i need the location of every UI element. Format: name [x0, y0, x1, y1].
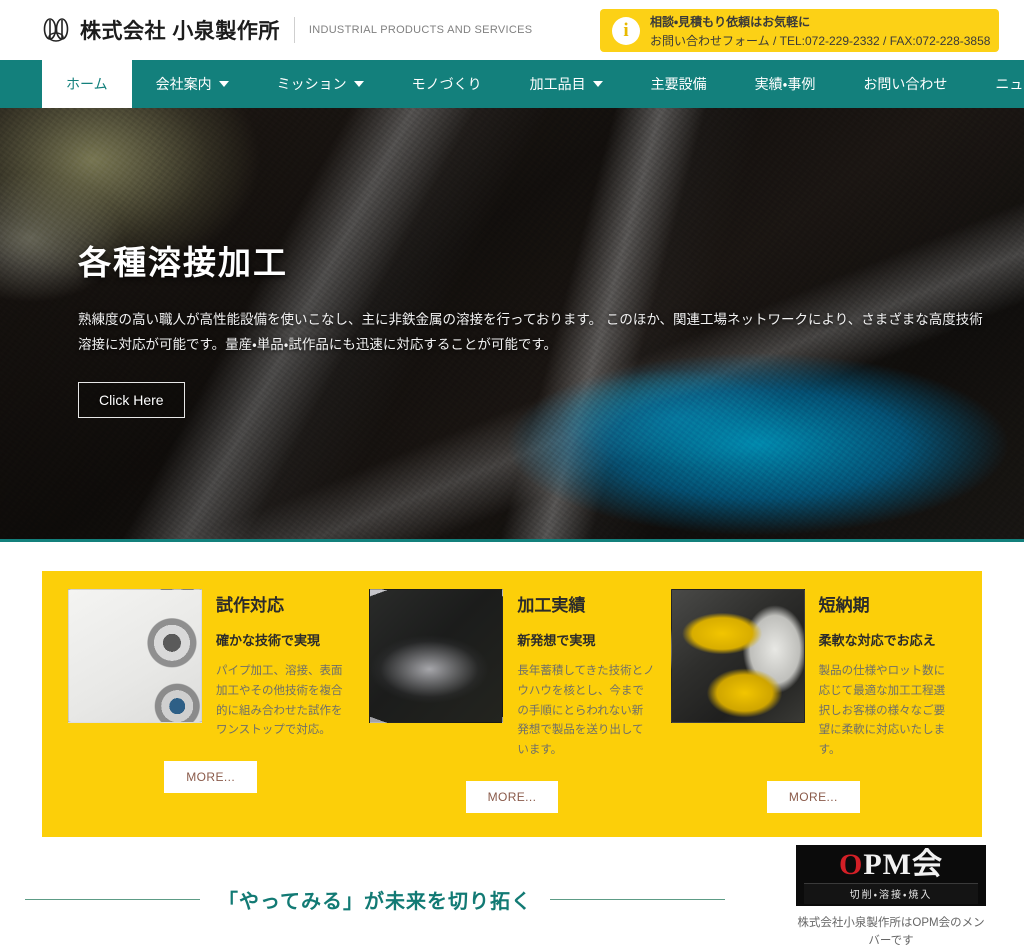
- opm-logo-text: OPM会: [839, 849, 943, 881]
- feature-title: 加工実績: [517, 596, 586, 615]
- koizumi-mark-icon: [42, 15, 70, 45]
- machined-parts-photo: [369, 589, 504, 723]
- nav-label: ニュース: [995, 76, 1024, 92]
- chevron-down-icon: [353, 81, 364, 87]
- nav-item-news[interactable]: ニュース: [971, 60, 1024, 108]
- chevron-down-icon: [592, 81, 603, 87]
- nav-item-contact[interactable]: お問い合わせ: [839, 60, 971, 108]
- nav-label: ミッション: [276, 76, 347, 92]
- nav-item-equipment[interactable]: 主要設備: [627, 60, 731, 108]
- more-button-prototype[interactable]: MORE...: [164, 761, 258, 794]
- contact-banner[interactable]: i 相談・見積もり依頼はお気軽に お問い合わせフォーム / TEL:072-22…: [600, 9, 999, 52]
- feature-title: 試作対応: [216, 596, 284, 615]
- nav-label: 実績・事例: [754, 76, 816, 92]
- feature-card-results[interactable]: 加工実績 新発想で実現 長年蓄積してきた技術とノウハウを核とし、今までの手順にと…: [361, 589, 662, 813]
- hero-banner: 各種溶接加工 熟練度の高い職人が高性能設備を使いこなし、主に非鉄金属の溶接を行っ…: [0, 108, 1024, 542]
- info-circle-icon: i: [612, 16, 640, 45]
- nav-item-company[interactable]: 会社案内: [132, 60, 253, 108]
- hero-content: 各種溶接加工 熟練度の高い職人が高性能設備を使いこなし、主に非鉄金属の溶接を行っ…: [78, 236, 984, 418]
- tagline-rule-left: [25, 898, 200, 900]
- more-button-results[interactable]: MORE...: [465, 780, 559, 813]
- features-section: 試作対応 確かな技術で実現 パイプ加工、溶接、表面加工やその他技術を複合的に組み…: [0, 542, 1024, 837]
- nav-item-case-studies[interactable]: 実績・事例: [731, 60, 840, 108]
- opm-logo-rest: PM会: [863, 847, 943, 881]
- opm-logo-subtitle: 切削・溶接・焼入: [804, 883, 978, 905]
- cutting-machine-photo: [670, 589, 805, 723]
- nav-item-home[interactable]: ホーム: [42, 60, 132, 108]
- feature-body: 製品の仕様やロット数に応じて最適な加工工程選択しお客様の様々なご要望に柔軟に対応…: [818, 665, 946, 757]
- nav-item-mission[interactable]: ミッション: [253, 60, 388, 108]
- nav-label: ホーム: [66, 76, 108, 92]
- site-header: 株式会社 小泉製作所 INDUSTRIAL PRODUCTS AND SERVI…: [0, 0, 1024, 60]
- brand-divider: [293, 17, 295, 43]
- nav-item-monozukuri[interactable]: モノづくり: [388, 60, 506, 108]
- feature-card-lead-time[interactable]: 短納期 柔軟な対応でお応え 製品の仕様やロット数に応じて最適な加工工程選択しお客…: [663, 589, 964, 813]
- brand-logo[interactable]: 株式会社 小泉製作所: [42, 15, 280, 45]
- features-panel: 試作対応 確かな技術で実現 パイプ加工、溶接、表面加工やその他技術を複合的に組み…: [42, 571, 982, 837]
- main-navigation: ホーム 会社案内 ミッション モノづくり 加工品目 主要設備 実績・事例 お問い…: [0, 60, 1024, 108]
- nav-label: モノづくり: [411, 76, 482, 92]
- company-tagline: 「やってみる」が未来を切り拓く: [218, 890, 532, 913]
- nav-label: 会社案内: [155, 76, 212, 92]
- more-button-lead-time[interactable]: MORE...: [766, 780, 860, 813]
- feature-card-top: 試作対応 確かな技術で実現 パイプ加工、溶接、表面加工やその他技術を複合的に組み…: [68, 589, 353, 741]
- brand-tagline-en: INDUSTRIAL PRODUCTS AND SERVICES: [308, 24, 533, 36]
- feature-subtitle: 柔軟な対応でお応え: [818, 633, 936, 648]
- hero-description: 熟練度の高い職人が高性能設備を使いこなし、主に非鉄金属の溶接を行っております。 …: [78, 312, 983, 352]
- hero-click-here-button[interactable]: Click Here: [78, 381, 185, 418]
- company-name: 株式会社 小泉製作所: [80, 20, 280, 43]
- nav-item-processing-items[interactable]: 加工品目: [506, 60, 627, 108]
- feature-card-prototype[interactable]: 試作対応 確かな技術で実現 パイプ加工、溶接、表面加工やその他技術を複合的に組み…: [60, 589, 361, 813]
- opm-logo-o: O: [839, 847, 864, 881]
- feature-card-top: 短納期 柔軟な対応でお応え 製品の仕様やロット数に応じて最適な加工工程選択しお客…: [670, 589, 956, 761]
- hero-title: 各種溶接加工: [78, 244, 288, 281]
- feature-text-column: 加工実績 新発想で実現 長年蓄積してきた技術とノウハウを核とし、今までの手順にと…: [517, 589, 654, 761]
- feature-title: 短納期: [818, 596, 870, 615]
- feature-subtitle: 新発想で実現: [517, 633, 596, 648]
- tagline-rule-right: [550, 898, 725, 900]
- feature-body: 長年蓄積してきた技術とノウハウを核とし、今までの手順にとらわれない新発想で製品を…: [517, 665, 655, 757]
- nav-label: お問い合わせ: [863, 76, 948, 92]
- tagline-row: 「やってみる」が未来を切り拓く: [25, 885, 725, 914]
- feature-body: パイプ加工、溶接、表面加工やその他技術を複合的に組み合わせた試作をワンストップで…: [216, 665, 343, 737]
- opm-logo[interactable]: OPM会 切削・溶接・焼入: [796, 844, 986, 907]
- nav-label: 加工品目: [529, 76, 586, 92]
- chevron-down-icon: [218, 81, 229, 87]
- contact-details[interactable]: お問い合わせフォーム / TEL:072-229-2332 / FAX:072-…: [650, 32, 990, 49]
- contact-headline: 相談・見積もり依頼はお気軽に: [650, 14, 811, 29]
- feature-text-column: 試作対応 確かな技術で実現 パイプ加工、溶接、表面加工やその他技術を複合的に組み…: [216, 589, 353, 741]
- feature-card-top: 加工実績 新発想で実現 長年蓄積してきた技術とノウハウを核とし、今までの手順にと…: [369, 589, 655, 761]
- drafting-gears-photo: [68, 589, 202, 723]
- feature-subtitle: 確かな技術で実現: [216, 633, 321, 648]
- opm-membership: OPM会 切削・溶接・焼入 株式会社小泉製作所はOPM会のメンバーです: [796, 844, 986, 951]
- bottom-section: 「やってみる」が未来を切り拓く OPM会 切削・溶接・焼入 株式会社小泉製作所は…: [0, 837, 1024, 947]
- feature-text-column: 短納期 柔軟な対応でお応え 製品の仕様やロット数に応じて最適な加工工程選択しお客…: [819, 589, 956, 761]
- opm-caption: 株式会社小泉製作所はOPM会のメンバーです: [797, 917, 985, 948]
- nav-label: 主要設備: [650, 76, 707, 92]
